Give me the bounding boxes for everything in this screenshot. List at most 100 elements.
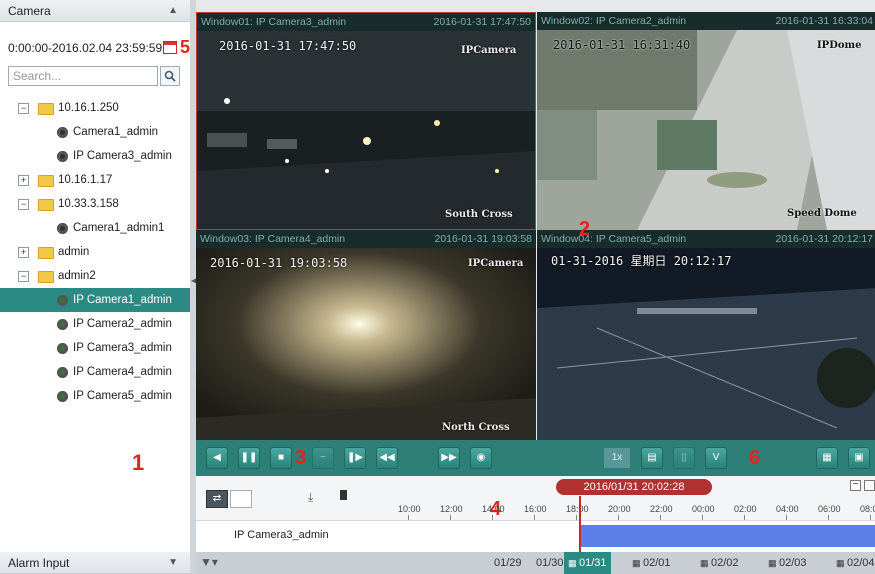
osd-camera-name: IPCamera bbox=[468, 258, 524, 269]
date-label: 01/30 bbox=[536, 557, 564, 569]
search-button[interactable] bbox=[160, 66, 180, 86]
video-window-1[interactable]: Window01: IP Camera3_admin 2016-01-31 17… bbox=[196, 12, 536, 230]
video-frame-night-intersection bbox=[537, 248, 875, 448]
date-item[interactable]: ▦ 02/02 bbox=[700, 552, 739, 574]
tree-group[interactable]: + admin bbox=[0, 240, 190, 264]
tree-group[interactable]: − 10.16.1.250 bbox=[0, 96, 190, 120]
camera-icon bbox=[57, 319, 68, 330]
record-date-icon: ▦ bbox=[700, 558, 712, 568]
collapse-icon[interactable]: − bbox=[18, 199, 29, 210]
collapse-icon[interactable]: − bbox=[18, 271, 29, 282]
zoom-in-button[interactable] bbox=[864, 480, 875, 491]
window-layout-button[interactable]: ▦ bbox=[816, 447, 838, 469]
search-input[interactable]: Search... bbox=[8, 66, 158, 86]
video-window-3[interactable]: Window03: IP Camera4_admin 2016-01-31 19… bbox=[196, 230, 536, 448]
tree-group[interactable]: − admin2 bbox=[0, 264, 190, 288]
tree-camera[interactable]: Camera1_admin bbox=[0, 120, 190, 144]
download-button[interactable]: ▤ bbox=[641, 447, 663, 469]
tree-item-label: Camera1_admin bbox=[73, 126, 159, 138]
slow-forward-button[interactable]: ◀◀ bbox=[376, 447, 398, 469]
date-label: 02/01 bbox=[643, 557, 671, 569]
video-window-4[interactable]: Window04: IP Camera5_admin 2016-01-31 20… bbox=[537, 230, 875, 448]
download-icon[interactable]: ⤓ bbox=[308, 490, 313, 505]
tree-camera[interactable]: Camera1_admin1 bbox=[0, 216, 190, 240]
fast-forward-button[interactable]: ▶▶ bbox=[438, 447, 460, 469]
window-title: Window02: IP Camera2_admin bbox=[541, 15, 687, 27]
reverse-play-button[interactable]: ◀ bbox=[206, 447, 228, 469]
window-title: Window03: IP Camera4_admin bbox=[200, 233, 346, 245]
tree-camera[interactable]: IP Camera1_admin bbox=[0, 288, 190, 312]
camera-icon bbox=[57, 223, 68, 234]
pause-button[interactable]: ❚❚ bbox=[238, 447, 260, 469]
filter-icon[interactable]: ▼▾ bbox=[200, 555, 218, 569]
fullscreen-button[interactable]: ▣ bbox=[848, 447, 870, 469]
folder-icon bbox=[38, 199, 54, 211]
date-strip: ▼▾ 01/29 01/30 ▦ 01/31 ▦ 02/01 ▦ 02/02 ▦ 02/0… bbox=[196, 552, 875, 574]
tree-group[interactable]: +10.16.1.17 bbox=[0, 168, 190, 192]
video-frame-foggy-night bbox=[196, 248, 536, 448]
window-timestamp: 2016-01-31 17:47:50 bbox=[433, 16, 532, 28]
folder-icon bbox=[38, 271, 54, 283]
track-label: IP Camera3_admin bbox=[234, 529, 329, 541]
folder-icon bbox=[38, 103, 54, 115]
tree-item-label: 10.16.1.250 bbox=[58, 102, 119, 114]
timeline-tick-label: 02:00 bbox=[734, 504, 757, 514]
expand-icon[interactable]: + bbox=[18, 175, 29, 186]
tree-camera[interactable]: IP Camera5_admin bbox=[0, 384, 190, 408]
osd-location: Speed Dome bbox=[787, 208, 857, 219]
camera-panel: Camera ▲ 0:00:00-2016.02.04 23:59:59 5 S… bbox=[0, 0, 191, 574]
tree-camera[interactable]: IP Camera3_admin bbox=[0, 336, 190, 360]
zoom-out-button[interactable]: − bbox=[850, 480, 861, 491]
volume-button[interactable]: ◉ bbox=[470, 447, 492, 469]
time-range-text[interactable]: 0:00:00-2016.02.04 23:59:59 bbox=[8, 41, 162, 55]
tree-item-label: admin bbox=[58, 246, 90, 258]
stop-button[interactable]: ■ bbox=[270, 447, 292, 469]
chevron-down-icon[interactable]: ▼ bbox=[168, 552, 178, 574]
collapse-icon[interactable]: − bbox=[18, 103, 29, 114]
playback-control-bar: ◀ ❚❚ ■ 3 − ❚▶ ◀◀ 1x ▶▶ ◉ ▤ ▯ V 6 ▦ ▣ bbox=[196, 440, 875, 476]
window-title: Window04: IP Camera5_admin bbox=[541, 233, 687, 245]
clip-button[interactable]: ▯ bbox=[673, 447, 695, 469]
timeline-tick-label: 16:00 bbox=[524, 504, 547, 514]
timeline-tick-label: 10:00 bbox=[398, 504, 421, 514]
date-item[interactable]: 01/30 bbox=[536, 552, 564, 574]
single-frame-back-button[interactable]: − bbox=[312, 447, 334, 469]
tree-camera[interactable]: IP Camera3_admin bbox=[0, 144, 190, 168]
calendar-icon[interactable] bbox=[163, 41, 177, 54]
camera-icon bbox=[57, 367, 68, 378]
timeline-tick-label: 06:00 bbox=[818, 504, 841, 514]
date-item[interactable]: ▦ 02/03 bbox=[768, 552, 807, 574]
tree-camera[interactable]: IP Camera4_admin bbox=[0, 360, 190, 384]
camera-icon bbox=[57, 295, 68, 306]
tree-group[interactable]: − 10.33.3.158 bbox=[0, 192, 190, 216]
date-item[interactable]: ▦ 01/31 bbox=[564, 552, 611, 574]
recording-bar[interactable] bbox=[580, 525, 875, 547]
tree-camera[interactable]: IP Camera2_admin bbox=[0, 312, 190, 336]
timeline-current-time[interactable]: 2016/01/31 20:02:28 bbox=[556, 479, 712, 495]
vca-search-button[interactable]: V bbox=[705, 447, 727, 469]
folder-icon bbox=[38, 247, 54, 259]
expand-icon[interactable]: + bbox=[18, 247, 29, 258]
window-title: Window01: IP Camera3_admin bbox=[201, 16, 347, 28]
date-item[interactable]: ▦ 02/01 bbox=[632, 552, 671, 574]
timeline-mode-1-button[interactable]: ⇄ bbox=[206, 490, 228, 508]
timeline-cursor[interactable] bbox=[579, 496, 581, 552]
folder-icon bbox=[38, 175, 54, 187]
date-item[interactable]: 01/29 bbox=[494, 552, 522, 574]
single-frame-button[interactable]: ❚▶ bbox=[344, 447, 366, 469]
video-window-2[interactable]: Window02: IP Camera2_admin 2016-01-31 16… bbox=[537, 12, 875, 230]
callout-2: 2 bbox=[579, 218, 591, 240]
timeline-tick-label: 04:00 bbox=[776, 504, 799, 514]
tree-item-label: IP Camera3_admin bbox=[73, 342, 172, 354]
timeline-mode-2-button[interactable] bbox=[230, 490, 252, 508]
camera-panel-header[interactable]: Camera ▲ bbox=[0, 0, 190, 22]
date-item[interactable]: ▦ 02/04 bbox=[836, 552, 875, 574]
alarm-input-header[interactable]: Alarm Input ▼ bbox=[0, 552, 190, 574]
tree-item-label: IP Camera4_admin bbox=[73, 366, 172, 378]
osd-time: 01-31-2016 星期日 20:12:17 bbox=[551, 254, 732, 268]
date-label: 02/04 bbox=[847, 557, 875, 569]
chevron-up-icon[interactable]: ▲ bbox=[168, 0, 178, 22]
osd-time: 2016-01-31 17:47:50 bbox=[219, 39, 357, 53]
bookmark-icon[interactable] bbox=[340, 490, 347, 500]
timeline-tick-label: 22:00 bbox=[650, 504, 673, 514]
